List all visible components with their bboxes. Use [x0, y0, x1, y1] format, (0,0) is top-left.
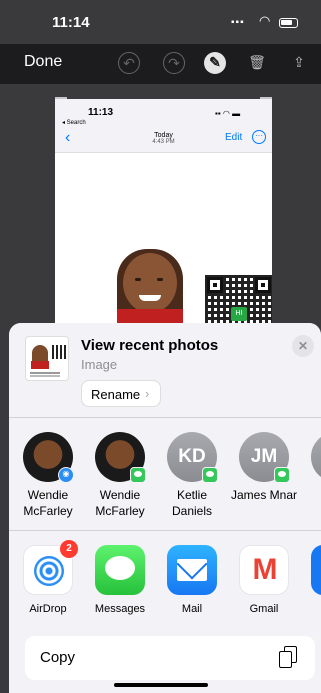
app-label: Gmail: [249, 603, 279, 615]
app-facebook[interactable]: Fa: [301, 545, 321, 615]
app-messages[interactable]: Messages: [85, 545, 155, 615]
app-gmail[interactable]: M Gmail: [229, 545, 299, 615]
preview-time: 11:13: [88, 107, 114, 118]
redo-icon[interactable]: ↷: [163, 52, 185, 74]
app-label: AirDrop: [29, 603, 67, 615]
close-button[interactable]: ✕: [292, 335, 314, 357]
messages-badge-icon: [274, 467, 290, 483]
person-photo: [117, 249, 183, 329]
notification-badge: 2: [60, 540, 78, 558]
contact-suggestion[interactable]: Wendie McFarley: [85, 432, 155, 519]
messages-icon: [95, 545, 145, 595]
contact-suggestion[interactable]: ◉ Wendie McFarley: [13, 432, 83, 519]
copy-icon: [278, 646, 298, 670]
contact-name: Wendie McFarley: [23, 488, 73, 518]
home-indicator[interactable]: [114, 683, 208, 687]
app-airdrop[interactable]: 2 AirDrop: [13, 540, 83, 615]
done-button[interactable]: Done: [24, 53, 62, 71]
people-row: ◉ Wendie McFarley Wendie McFarley KD Ket…: [9, 418, 321, 530]
preview-more-icon: ···: [252, 130, 266, 144]
status-bar: 11:14 ▪▪▪ ◠: [0, 0, 321, 44]
app-label: Messages: [94, 603, 146, 615]
share-icon[interactable]: ⇪: [288, 52, 310, 74]
gmail-icon: M: [239, 545, 289, 595]
mail-icon: [167, 545, 217, 595]
share-title[interactable]: View recent photos: [81, 337, 218, 354]
contact-name: Wendie McFarley: [95, 488, 145, 518]
contact-name: James Mnar: [230, 488, 298, 502]
avatar: [95, 432, 146, 483]
image-thumbnail: [25, 336, 69, 381]
app-mail[interactable]: Mail: [157, 545, 227, 615]
airdrop-icon: 2: [23, 540, 78, 595]
rename-button[interactable]: Rename ›: [81, 380, 161, 407]
app-label: Fa: [301, 603, 321, 615]
undo-icon[interactable]: ↶: [118, 52, 140, 74]
avatar: KD: [167, 432, 218, 483]
preview-status-icons: ▪▪ ◠ ▬: [215, 109, 241, 118]
markup-pen-icon[interactable]: ✎: [204, 52, 226, 74]
rename-label: Rename: [91, 387, 141, 402]
facebook-icon: [311, 545, 321, 595]
copy-label: Copy: [40, 649, 76, 666]
chevron-right-icon: ›: [145, 386, 150, 401]
airdrop-badge-icon: ◉: [58, 467, 74, 483]
app-label: Mail: [181, 603, 203, 615]
messages-badge-icon: [202, 467, 218, 483]
copy-action[interactable]: Copy: [25, 636, 315, 680]
share-sheet: View recent photos Image Rename › ✕ ◉ We…: [9, 323, 321, 693]
preview-edit: Edit: [225, 132, 243, 143]
preview-back-app: ◂ Search: [62, 120, 86, 126]
contact-suggestion[interactable]: [301, 432, 321, 482]
contact-name: Ketlie Daniels: [171, 488, 213, 518]
screenshot-preview: 11:13 ◂ Search ▪▪ ◠ ▬ ‹ Today 4:43 PM Ed…: [55, 99, 272, 329]
battery-icon: [279, 18, 298, 28]
wifi-icon: ◠: [259, 13, 271, 28]
qr-badge: HI: [231, 307, 247, 321]
status-time: 11:14: [52, 14, 90, 31]
contact-suggestion[interactable]: JM James Mnar: [229, 432, 299, 503]
trash-icon[interactable]: 🗑: [246, 52, 268, 74]
share-subtitle: Image: [81, 357, 118, 372]
apps-row: 2 AirDrop Messages Mail M Gmail Fa: [9, 531, 321, 631]
cellular-signal-icon: ▪▪▪: [231, 17, 245, 28]
contact-suggestion[interactable]: KD Ketlie Daniels: [157, 432, 227, 519]
avatar: [311, 432, 321, 482]
avatar: JM: [239, 432, 290, 483]
markup-toolbar: Done ↶ ↷ ✎ 🗑 ⇪: [0, 44, 321, 84]
share-header: View recent photos Image Rename › ✕: [9, 323, 321, 417]
avatar: ◉: [23, 432, 74, 483]
photo-canvas: 11:13 ◂ Search ▪▪ ◠ ▬ ‹ Today 4:43 PM Ed…: [0, 84, 321, 329]
messages-badge-icon: [130, 467, 146, 483]
